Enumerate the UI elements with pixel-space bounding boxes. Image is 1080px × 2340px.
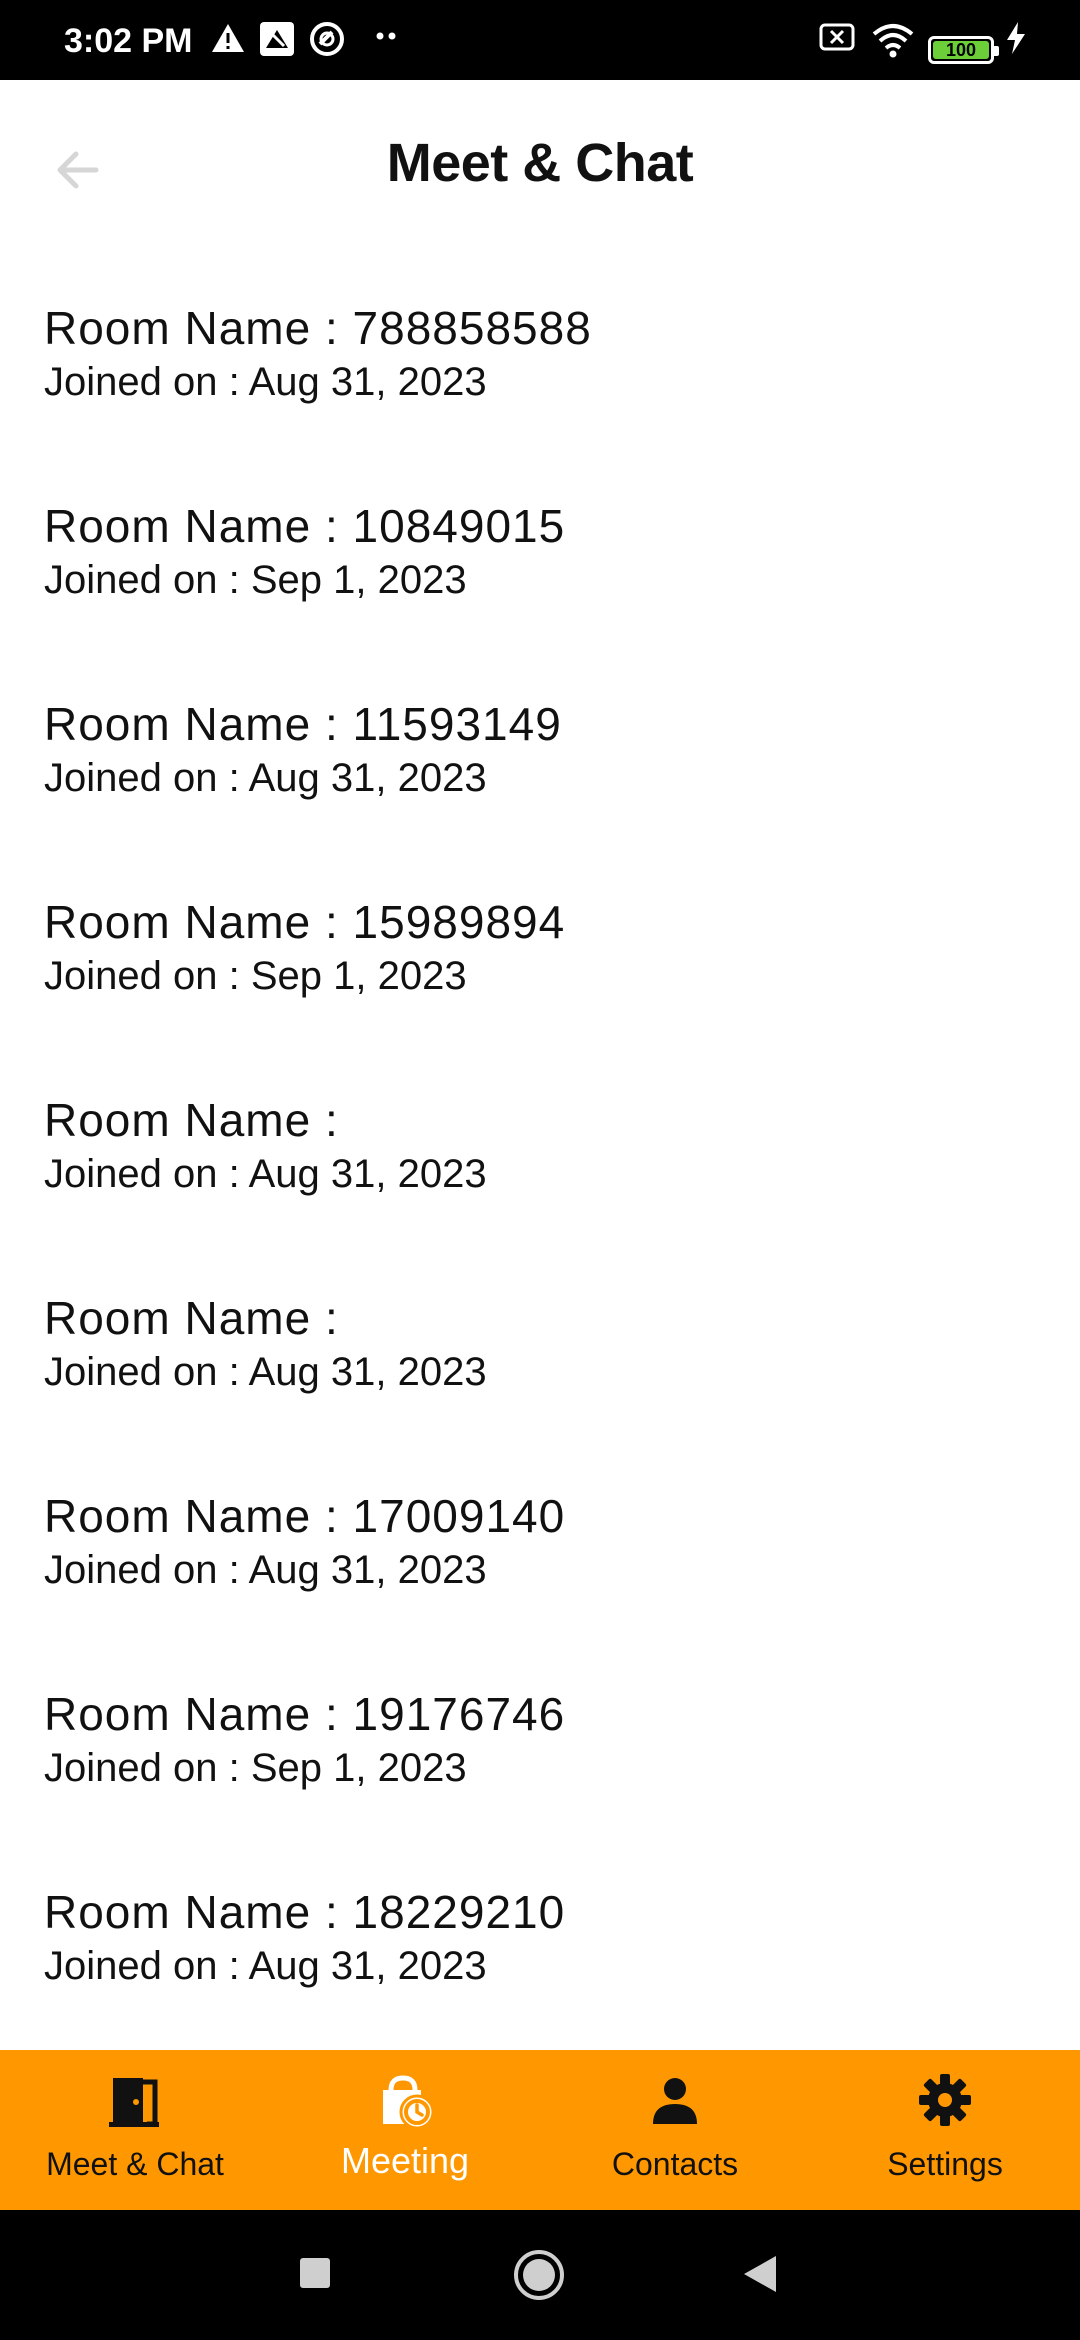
- sync-icon: [310, 22, 344, 56]
- list-item[interactable]: Room Name : Joined on : Aug 31, 2023: [0, 1080, 1080, 1278]
- room-name: Room Name : 10849015: [44, 500, 566, 552]
- room-name: Room Name :: [44, 1094, 339, 1146]
- room-joined-date: Joined on : Sep 1, 2023: [44, 1746, 467, 1790]
- nav-meet-chat[interactable]: Meet & Chat: [0, 2050, 270, 2210]
- recents-button[interactable]: [298, 2256, 332, 2290]
- list-item[interactable]: Room Name : Joined on : Aug 31, 2023: [0, 1278, 1080, 1476]
- room-name: Room Name : 11593149: [44, 698, 562, 750]
- list-item[interactable]: Room Name : 11593149 Joined on : Aug 31,…: [0, 684, 1080, 882]
- list-item[interactable]: Room Name : 17009140 Joined on : Aug 31,…: [0, 1476, 1080, 1674]
- battery-level: 100: [933, 41, 989, 59]
- nav-label: Meet & Chat: [46, 2146, 224, 2182]
- room-joined-date: Joined on : Sep 1, 2023: [44, 954, 467, 998]
- room-joined-date: Joined on : Aug 31, 2023: [44, 1548, 487, 1592]
- room-name: Room Name : 19176746: [44, 1688, 566, 1740]
- list-item[interactable]: Room Name : 788858588 Joined on : Aug 31…: [0, 288, 1080, 486]
- gear-icon: [919, 2074, 971, 2126]
- person-icon: [653, 2078, 697, 2124]
- nav-label: Settings: [887, 2146, 1003, 2182]
- home-button[interactable]: [512, 2248, 566, 2302]
- room-list: Room Name : 788858588 Joined on : Aug 31…: [0, 288, 1080, 2070]
- nav-meeting[interactable]: Meeting: [270, 2050, 540, 2210]
- list-item[interactable]: Room Name : 15989894 Joined on : Sep 1, …: [0, 882, 1080, 1080]
- room-name: Room Name :: [44, 1292, 339, 1344]
- page-title: Meet & Chat: [386, 133, 694, 193]
- door-icon: [109, 2078, 159, 2127]
- no-sim-icon: [819, 23, 855, 51]
- charging-icon: [1007, 22, 1025, 54]
- back-nav-button[interactable]: [740, 2252, 780, 2296]
- more-notifications-icon: [376, 32, 396, 40]
- nav-label: Contacts: [611, 2146, 739, 2182]
- nav-label: Meeting: [340, 2140, 470, 2181]
- list-item[interactable]: Room Name : 19176746 Joined on : Sep 1, …: [0, 1674, 1080, 1872]
- room-joined-date: Joined on : Aug 31, 2023: [44, 1944, 487, 1988]
- room-name: Room Name : 18229210: [44, 1886, 566, 1938]
- room-joined-date: Joined on : Aug 31, 2023: [44, 1152, 487, 1196]
- room-name: Room Name : 15989894: [44, 896, 566, 948]
- nav-settings[interactable]: Settings: [810, 2050, 1080, 2210]
- status-bar: 3:02 PM 100: [0, 0, 1080, 80]
- wifi-icon: [872, 24, 914, 58]
- room-joined-date: Joined on : Aug 31, 2023: [44, 756, 487, 800]
- status-time: 3:02 PM: [64, 22, 193, 60]
- app-header: Meet & Chat: [0, 80, 1080, 260]
- nav-contacts[interactable]: Contacts: [540, 2050, 810, 2210]
- schedule-bag-icon: [383, 2075, 435, 2130]
- warning-icon: [212, 24, 244, 52]
- room-name: Room Name : 17009140: [44, 1490, 566, 1542]
- room-joined-date: Joined on : Aug 31, 2023: [44, 1350, 487, 1394]
- list-item[interactable]: Room Name : 18229210 Joined on : Aug 31,…: [0, 1872, 1080, 2070]
- list-item[interactable]: Room Name : 10849015 Joined on : Sep 1, …: [0, 486, 1080, 684]
- room-joined-date: Joined on : Sep 1, 2023: [44, 558, 467, 602]
- system-navigation-bar: [0, 2210, 1080, 2340]
- app-notification-icon: [260, 22, 294, 56]
- bottom-navigation: Meet & Chat Meeting Contacts Settings: [0, 2050, 1080, 2210]
- battery-indicator: 100: [928, 36, 999, 64]
- room-joined-date: Joined on : Aug 31, 2023: [44, 360, 487, 404]
- room-name: Room Name : 788858588: [44, 302, 592, 354]
